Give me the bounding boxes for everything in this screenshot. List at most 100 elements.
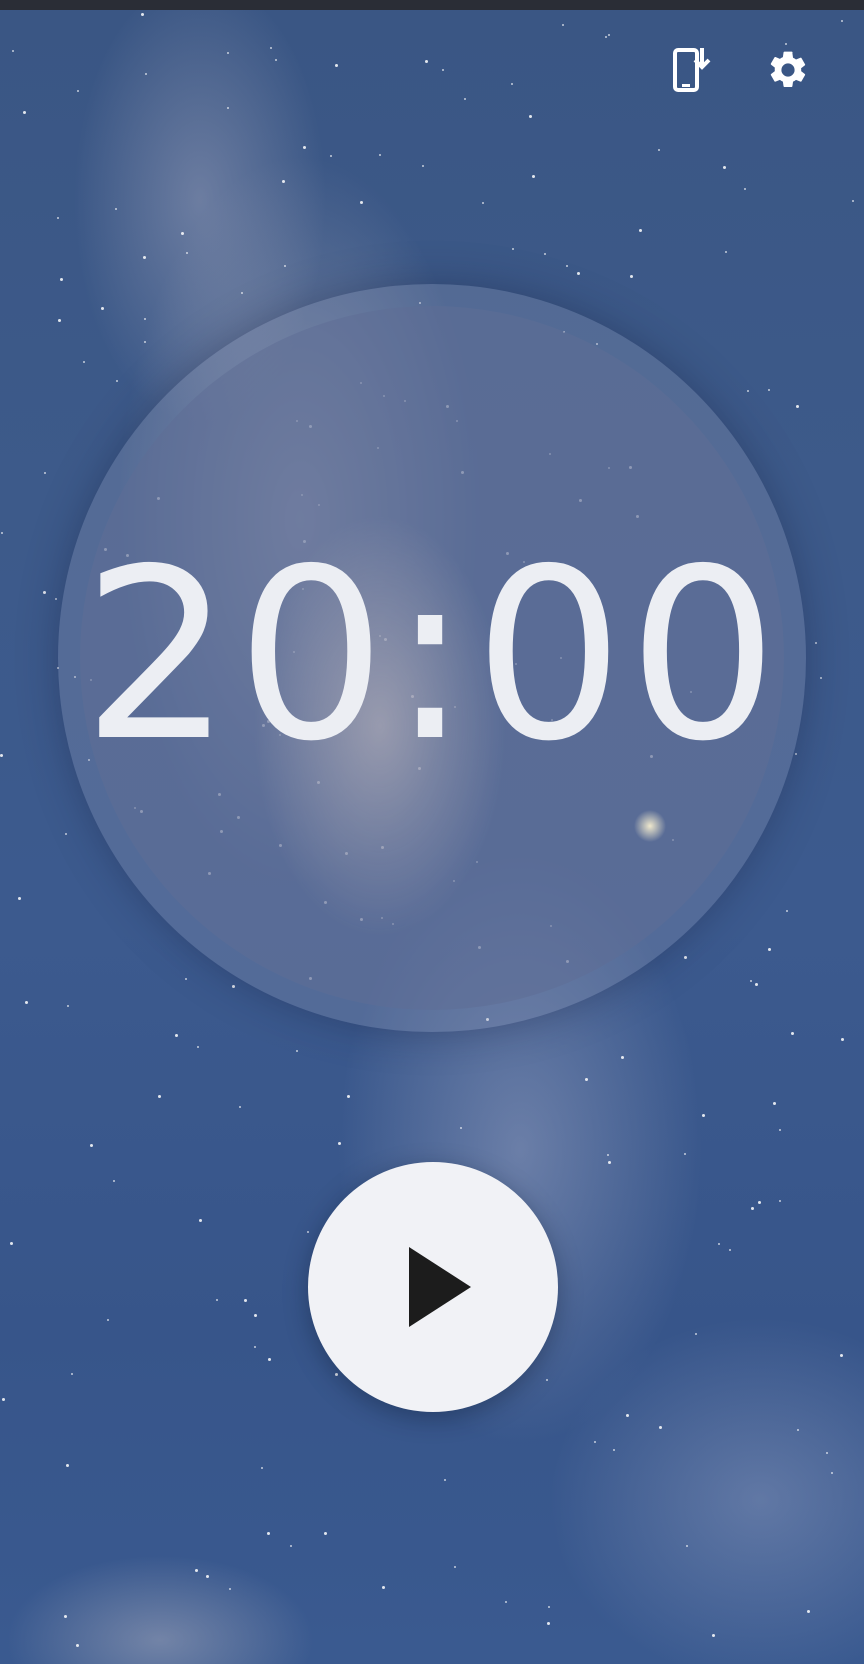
star-dot bbox=[101, 307, 104, 310]
gear-icon[interactable] bbox=[762, 44, 814, 96]
star-dot bbox=[181, 232, 184, 235]
star-dot bbox=[67, 1005, 69, 1007]
star-dot bbox=[330, 155, 332, 157]
star-dot bbox=[115, 208, 117, 210]
star-dot bbox=[444, 1479, 446, 1481]
star-dot bbox=[562, 24, 564, 26]
star-dot bbox=[546, 1379, 548, 1381]
star-dot bbox=[296, 1050, 298, 1052]
timer-dial: 20:00 bbox=[58, 284, 806, 1032]
star-dot bbox=[585, 1078, 588, 1081]
star-dot bbox=[544, 253, 546, 255]
star-dot bbox=[185, 978, 187, 980]
star-dot bbox=[779, 1129, 781, 1131]
star-dot bbox=[460, 1127, 462, 1129]
star-dot bbox=[547, 1622, 550, 1625]
star-dot bbox=[852, 200, 854, 202]
star-dot bbox=[505, 1601, 507, 1603]
star-dot bbox=[594, 1441, 596, 1443]
star-dot bbox=[464, 98, 466, 100]
star-dot bbox=[773, 1102, 776, 1105]
star-dot bbox=[158, 1095, 161, 1098]
star-dot bbox=[229, 1588, 231, 1590]
star-dot bbox=[141, 13, 144, 16]
star-dot bbox=[0, 754, 3, 757]
star-dot bbox=[744, 188, 746, 190]
star-dot bbox=[747, 390, 749, 392]
star-dot bbox=[144, 341, 146, 343]
star-dot bbox=[755, 983, 758, 986]
star-dot bbox=[482, 202, 484, 204]
star-dot bbox=[18, 897, 21, 900]
star-dot bbox=[216, 1299, 218, 1301]
star-dot bbox=[267, 1532, 270, 1535]
star-dot bbox=[826, 1452, 828, 1454]
star-dot bbox=[186, 252, 188, 254]
timer-display: 20:00 bbox=[81, 518, 783, 793]
star-dot bbox=[512, 248, 514, 250]
star-dot bbox=[608, 34, 610, 36]
star-dot bbox=[239, 1106, 241, 1108]
star-dot bbox=[820, 677, 822, 679]
play-icon bbox=[409, 1247, 471, 1327]
star-dot bbox=[658, 149, 660, 151]
star-dot bbox=[2, 1398, 5, 1401]
star-dot bbox=[338, 1142, 341, 1145]
star-dot bbox=[307, 1231, 309, 1233]
star-dot bbox=[113, 1180, 115, 1182]
star-dot bbox=[725, 251, 727, 253]
star-dot bbox=[718, 1243, 720, 1245]
star-dot bbox=[422, 165, 424, 167]
star-dot bbox=[90, 1144, 93, 1147]
star-dot bbox=[58, 319, 61, 322]
star-dot bbox=[750, 980, 752, 982]
star-dot bbox=[71, 1373, 73, 1375]
star-dot bbox=[360, 201, 363, 204]
star-dot bbox=[254, 1346, 256, 1348]
star-dot bbox=[613, 1449, 615, 1451]
star-dot bbox=[840, 1354, 843, 1357]
star-dot bbox=[57, 217, 59, 219]
star-dot bbox=[379, 154, 381, 156]
star-dot bbox=[751, 1207, 754, 1210]
star-dot bbox=[684, 1153, 686, 1155]
save-to-device-icon[interactable] bbox=[666, 44, 718, 96]
star-dot bbox=[729, 1249, 731, 1251]
star-dot bbox=[77, 90, 79, 92]
star-dot bbox=[244, 1299, 247, 1302]
star-dot bbox=[232, 985, 235, 988]
star-dot bbox=[43, 591, 46, 594]
star-dot bbox=[791, 1032, 794, 1035]
star-dot bbox=[335, 64, 338, 67]
star-dot bbox=[768, 948, 771, 951]
star-dot bbox=[529, 115, 532, 118]
star-dot bbox=[116, 380, 118, 382]
star-dot bbox=[630, 275, 633, 278]
star-dot bbox=[83, 361, 85, 363]
star-dot bbox=[241, 292, 243, 294]
star-dot bbox=[621, 1056, 624, 1059]
star-dot bbox=[454, 1566, 456, 1568]
star-dot bbox=[335, 1373, 338, 1376]
star-dot bbox=[227, 52, 229, 54]
star-dot bbox=[12, 50, 14, 52]
star-dot bbox=[227, 107, 229, 109]
star-dot bbox=[577, 272, 580, 275]
star-dot bbox=[64, 1615, 67, 1618]
timer-screen: 20:00 bbox=[0, 0, 864, 1664]
star-dot bbox=[511, 83, 513, 85]
star-dot bbox=[275, 59, 277, 61]
star-dot bbox=[25, 1001, 28, 1004]
star-dot bbox=[779, 1200, 781, 1202]
star-dot bbox=[347, 1095, 350, 1098]
star-dot bbox=[797, 1429, 799, 1431]
star-dot bbox=[254, 1314, 257, 1317]
star-dot bbox=[831, 1472, 833, 1474]
star-dot bbox=[44, 472, 46, 474]
star-dot bbox=[786, 910, 788, 912]
play-button[interactable] bbox=[308, 1162, 558, 1412]
star-dot bbox=[261, 1467, 263, 1469]
star-dot bbox=[175, 1034, 178, 1037]
star-dot bbox=[532, 175, 535, 178]
star-dot bbox=[795, 753, 797, 755]
